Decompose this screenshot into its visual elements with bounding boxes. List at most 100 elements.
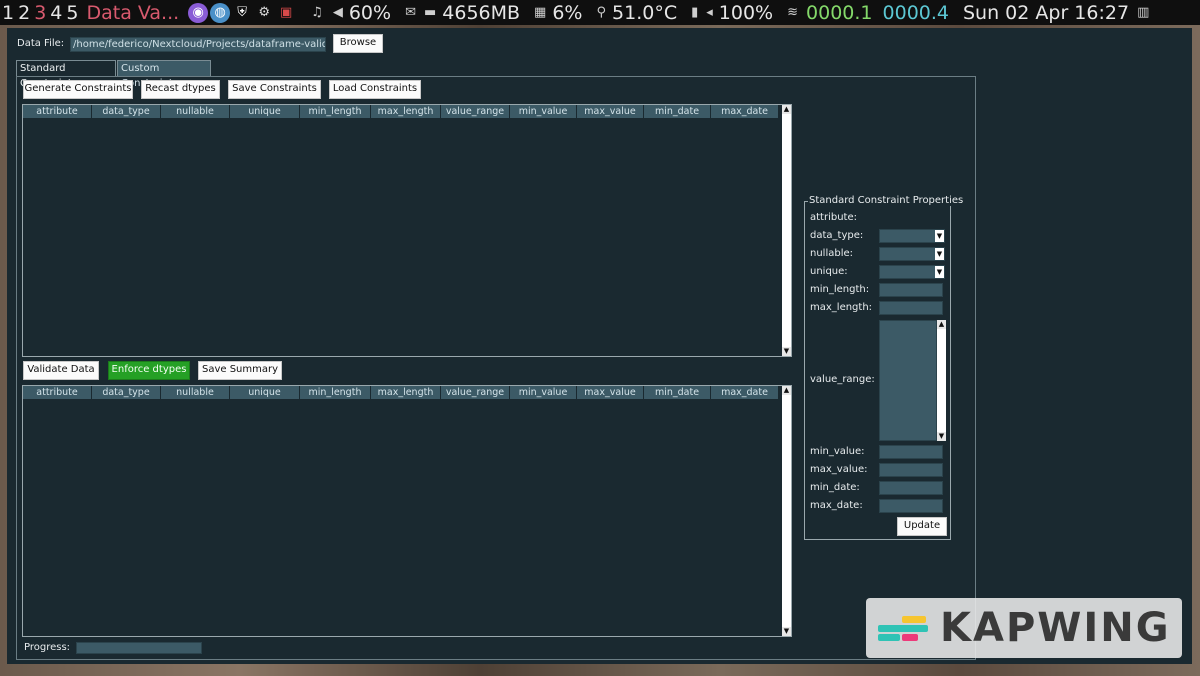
thermometer-icon: ⚲: [596, 5, 607, 20]
max-length-input[interactable]: [879, 301, 943, 315]
workspace-5[interactable]: 5: [64, 2, 80, 24]
summary-column-header-max-value[interactable]: max_value: [577, 386, 644, 399]
tab-custom-constraints[interactable]: Custom Constraints: [117, 60, 211, 89]
column-header-value-range[interactable]: value_range: [441, 105, 510, 118]
chevron-down-icon[interactable]: ▼: [935, 266, 944, 278]
summary-column-header-min-date[interactable]: min_date: [644, 386, 711, 399]
value-range-textarea[interactable]: [879, 320, 937, 441]
column-header-max-length[interactable]: max_length: [371, 105, 441, 118]
summary-table-scrollbar[interactable]: ▲ ▼: [782, 386, 791, 636]
data-validation-window: Data File: /home/federico/Nextcloud/Proj…: [7, 28, 1192, 664]
save-constraints-button[interactable]: Save Constraints: [228, 80, 321, 99]
summary-column-header-max-date[interactable]: max_date: [711, 386, 779, 399]
load-constraints-button[interactable]: Load Constraints: [329, 80, 421, 99]
min-date-label: min_date:: [810, 482, 860, 493]
summary-column-header-max-length[interactable]: max_length: [371, 386, 441, 399]
chevron-down-icon[interactable]: ▼: [935, 248, 944, 260]
workspace-4[interactable]: 4: [48, 2, 64, 24]
kapwing-logo-icon: [878, 608, 930, 648]
max-date-input[interactable]: [879, 499, 943, 513]
workspace-2[interactable]: 2: [16, 2, 32, 24]
clock: Sun 02 Apr 16:27: [963, 1, 1130, 24]
progress-label: Progress:: [24, 642, 71, 653]
column-header-max-date[interactable]: max_date: [711, 105, 779, 118]
battery-icon: ▮: [691, 5, 699, 20]
column-header-attribute[interactable]: attribute: [23, 105, 92, 118]
nullable-select[interactable]: ▼: [879, 247, 945, 261]
save-summary-button[interactable]: Save Summary: [198, 361, 282, 380]
chevron-down-icon[interactable]: ▼: [935, 230, 944, 242]
column-header-max-value[interactable]: max_value: [577, 105, 644, 118]
constraints-table[interactable]: attribute data_type nullable unique min_…: [22, 104, 792, 357]
column-header-min-length[interactable]: min_length: [300, 105, 371, 118]
data-file-label: Data File:: [17, 38, 65, 49]
workspace-1[interactable]: 1: [0, 2, 16, 24]
wifi-icon[interactable]: ≋: [787, 5, 798, 20]
shield-icon[interactable]: ⛨: [232, 3, 252, 23]
min-value-input[interactable]: [879, 445, 943, 459]
summary-column-header-nullable[interactable]: nullable: [161, 386, 230, 399]
kapwing-wordmark: KAPWING: [940, 605, 1171, 651]
summary-scroll-down-arrow-icon[interactable]: ▼: [782, 627, 791, 636]
min-length-input[interactable]: [879, 283, 943, 297]
data-type-select[interactable]: ▼: [879, 229, 945, 243]
kapwing-watermark: KAPWING: [866, 598, 1182, 658]
data-file-path-field[interactable]: /home/federico/Nextcloud/Projects/datafr…: [70, 37, 326, 52]
value-range-scrollbar[interactable]: ▲ ▼: [937, 320, 946, 441]
generate-constraints-button[interactable]: Generate Constraints: [23, 80, 133, 99]
summary-column-header-value-range[interactable]: value_range: [441, 386, 510, 399]
column-header-nullable[interactable]: nullable: [161, 105, 230, 118]
music-icon[interactable]: ♫: [311, 5, 323, 20]
active-window-title: Data Va...: [86, 1, 180, 24]
max-date-label: max_date:: [810, 500, 863, 511]
recast-dtypes-button[interactable]: Recast dtypes: [141, 80, 220, 99]
volume-icon[interactable]: ◀: [333, 5, 343, 20]
camera-icon[interactable]: ▣: [276, 3, 296, 23]
tab-standard-constraints[interactable]: Standard Constraints: [16, 60, 116, 89]
max-value-input[interactable]: [879, 463, 943, 477]
app-launcher-icon[interactable]: ◉: [188, 2, 209, 23]
volume-value: 60%: [348, 1, 392, 24]
layout-icon[interactable]: ▥: [1137, 5, 1149, 20]
unique-label: unique:: [810, 266, 848, 277]
summary-column-header-unique[interactable]: unique: [230, 386, 300, 399]
update-button[interactable]: Update: [897, 517, 947, 536]
validate-data-button[interactable]: Validate Data: [23, 361, 99, 380]
steam-icon[interactable]: ⚙: [254, 3, 274, 23]
battery-value: 100%: [718, 1, 774, 24]
min-value-label: min_value:: [810, 446, 865, 457]
value-range-scroll-up-icon[interactable]: ▲: [937, 320, 946, 329]
standard-constraint-properties-panel: Standard Constraint Properties attribute…: [804, 195, 965, 540]
column-header-min-value[interactable]: min_value: [510, 105, 577, 118]
unique-select[interactable]: ▼: [879, 265, 945, 279]
summary-column-header-attribute[interactable]: attribute: [23, 386, 92, 399]
cpu-value: 6%: [552, 1, 583, 24]
memory-value: 4656MB: [442, 1, 521, 24]
summary-table-header: attribute data_type nullable unique min_…: [23, 386, 779, 399]
scroll-down-arrow-icon[interactable]: ▼: [782, 347, 791, 356]
attribute-label: attribute:: [810, 212, 857, 223]
min-date-input[interactable]: [879, 481, 943, 495]
workspace-3[interactable]: 3: [32, 2, 48, 24]
summary-column-header-data-type[interactable]: data_type: [92, 386, 161, 399]
nullable-label: nullable:: [810, 248, 854, 259]
temperature-value: 51.0°C: [612, 1, 678, 24]
column-header-data-type[interactable]: data_type: [92, 105, 161, 118]
enforce-dtypes-button[interactable]: Enforce dtypes: [108, 361, 190, 380]
mail-icon[interactable]: ✉: [405, 5, 416, 20]
summary-column-header-min-value[interactable]: min_value: [510, 386, 577, 399]
browser-icon[interactable]: ◍: [210, 2, 231, 23]
scroll-up-arrow-icon[interactable]: ▲: [782, 105, 791, 114]
value-range-scroll-down-icon[interactable]: ▼: [937, 432, 946, 441]
constraints-table-scrollbar[interactable]: ▲ ▼: [782, 105, 791, 356]
summary-scroll-up-arrow-icon[interactable]: ▲: [782, 386, 791, 395]
properties-panel-title: Standard Constraint Properties: [808, 195, 965, 206]
net-up-value: 0000.4: [882, 1, 949, 24]
min-length-label: min_length:: [810, 284, 870, 295]
column-header-min-date[interactable]: min_date: [644, 105, 711, 118]
data-type-label: data_type:: [810, 230, 864, 241]
summary-table[interactable]: attribute data_type nullable unique min_…: [22, 385, 792, 637]
browse-button[interactable]: Browse: [333, 34, 383, 53]
column-header-unique[interactable]: unique: [230, 105, 300, 118]
summary-column-header-min-length[interactable]: min_length: [300, 386, 371, 399]
